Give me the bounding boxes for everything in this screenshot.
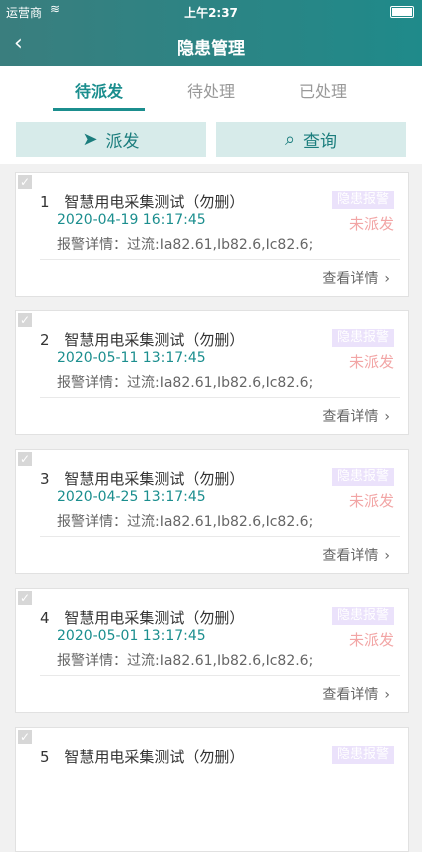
record-index: 4 bbox=[40, 609, 50, 627]
alarm-badge: 隐患报警 bbox=[331, 329, 394, 347]
app-header: 运营商 ≋ 上午2:37 ‹ 隐患管理 bbox=[0, 0, 422, 66]
record-title: 智慧用电采集测试（勿删） bbox=[64, 470, 245, 488]
record-title-line: 4 智慧用电采集测试（勿删） bbox=[40, 607, 244, 628]
view-details-label: 查看详情 bbox=[322, 548, 379, 564]
record-status: 未派发 bbox=[348, 215, 394, 233]
view-details-link[interactable]: 查看详情 › bbox=[322, 545, 390, 565]
status-time: 上午2:37 bbox=[184, 6, 238, 20]
record-title: 智慧用电采集测试（勿删） bbox=[64, 193, 245, 211]
record-status: 未派发 bbox=[348, 631, 394, 649]
record-status: 未派发 bbox=[348, 353, 394, 371]
tab-pending-process[interactable]: 待处理 bbox=[156, 78, 266, 102]
record-date: 2020-04-19 16:17:45 bbox=[57, 212, 206, 228]
alarm-badge: 隐患报警 bbox=[331, 746, 394, 764]
record-status: 未派发 bbox=[348, 492, 394, 510]
record-title-line: 1 智慧用电采集测试（勿删） bbox=[40, 191, 244, 212]
record-detail: 报警详情：过流:Ia82.61,Ib82.6,Ic82.6; bbox=[57, 653, 314, 669]
divider bbox=[40, 675, 400, 676]
tab-pending-dispatch[interactable]: 待派发 bbox=[44, 78, 154, 102]
checkbox[interactable]: ✓ bbox=[18, 730, 32, 744]
tab-processed[interactable]: 已处理 bbox=[268, 78, 378, 102]
checkbox[interactable]: ✓ bbox=[18, 591, 32, 605]
page-title: 隐患管理 bbox=[177, 39, 245, 59]
record-title-line: 3 智慧用电采集测试（勿删） bbox=[40, 468, 244, 489]
dispatch-label: 派发 bbox=[105, 132, 140, 152]
divider bbox=[40, 259, 400, 260]
record-date: 2020-05-01 13:17:45 bbox=[57, 628, 206, 644]
record-card[interactable]: ✓ 3 智慧用电采集测试（勿删） 隐患报警 2020-04-25 13:17:4… bbox=[15, 449, 409, 574]
checkbox[interactable]: ✓ bbox=[18, 175, 32, 189]
chevron-right-icon: › bbox=[384, 409, 390, 425]
nav-bar: ‹ 隐患管理 bbox=[0, 22, 422, 66]
battery-icon bbox=[390, 6, 414, 18]
record-detail: 报警详情：过流:Ia82.61,Ib82.6,Ic82.6; bbox=[57, 237, 314, 253]
view-details-link[interactable]: 查看详情 › bbox=[322, 406, 390, 426]
chevron-right-icon: › bbox=[384, 687, 390, 703]
record-index: 5 bbox=[40, 748, 50, 766]
checkbox[interactable]: ✓ bbox=[18, 313, 32, 327]
record-title-line: 5 智慧用电采集测试（勿删） bbox=[40, 746, 244, 767]
record-index: 3 bbox=[40, 470, 50, 488]
record-detail: 报警详情：过流:Ia82.61,Ib82.6,Ic82.6; bbox=[57, 514, 314, 530]
record-date: 2020-05-11 13:17:45 bbox=[57, 350, 206, 366]
status-bar: 运营商 ≋ 上午2:37 bbox=[0, 0, 422, 22]
active-tab-indicator bbox=[53, 108, 145, 111]
record-title: 智慧用电采集测试（勿删） bbox=[64, 609, 245, 627]
divider bbox=[40, 536, 400, 537]
record-card[interactable]: ✓ 5 智慧用电采集测试（勿删） 隐患报警 bbox=[15, 727, 409, 852]
record-title: 智慧用电采集测试（勿删） bbox=[64, 748, 245, 766]
checkbox[interactable]: ✓ bbox=[18, 452, 32, 466]
record-card[interactable]: ✓ 1 智慧用电采集测试（勿删） 隐患报警 2020-04-19 16:17:4… bbox=[15, 172, 409, 297]
alarm-badge: 隐患报警 bbox=[331, 607, 394, 625]
view-details-label: 查看详情 bbox=[322, 409, 379, 425]
record-detail: 报警详情：过流:Ia82.61,Ib82.6,Ic82.6; bbox=[57, 375, 314, 391]
view-details-label: 查看详情 bbox=[322, 687, 379, 703]
record-card[interactable]: ✓ 4 智慧用电采集测试（勿删） 隐患报警 2020-05-01 13:17:4… bbox=[15, 588, 409, 713]
record-index: 2 bbox=[40, 331, 50, 349]
record-list: ✓ 1 智慧用电采集测试（勿删） 隐患报警 2020-04-19 16:17:4… bbox=[0, 164, 422, 852]
send-icon: ➤ bbox=[82, 129, 98, 150]
view-details-link[interactable]: 查看详情 › bbox=[322, 684, 390, 704]
chevron-right-icon: › bbox=[384, 271, 390, 287]
view-details-link[interactable]: 查看详情 › bbox=[322, 268, 390, 288]
record-card[interactable]: ✓ 2 智慧用电采集测试（勿删） 隐患报警 2020-05-11 13:17:4… bbox=[15, 310, 409, 435]
alarm-badge: 隐患报警 bbox=[331, 191, 394, 209]
action-bar: ➤ 派发 ⌕ 查询 bbox=[0, 112, 422, 164]
search-icon: ⌕ bbox=[284, 129, 296, 150]
tab-bar: 待派发 待处理 已处理 bbox=[0, 66, 422, 112]
view-details-label: 查看详情 bbox=[322, 271, 379, 287]
dispatch-button[interactable]: ➤ 派发 bbox=[16, 122, 206, 157]
divider bbox=[40, 397, 400, 398]
record-date: 2020-04-25 13:17:45 bbox=[57, 489, 206, 505]
alarm-badge: 隐患报警 bbox=[331, 468, 394, 486]
record-title: 智慧用电采集测试（勿删） bbox=[64, 331, 245, 349]
query-label: 查询 bbox=[303, 132, 338, 152]
query-button[interactable]: ⌕ 查询 bbox=[216, 122, 406, 157]
record-title-line: 2 智慧用电采集测试（勿删） bbox=[40, 329, 244, 350]
record-index: 1 bbox=[40, 193, 50, 211]
chevron-right-icon: › bbox=[384, 548, 390, 564]
